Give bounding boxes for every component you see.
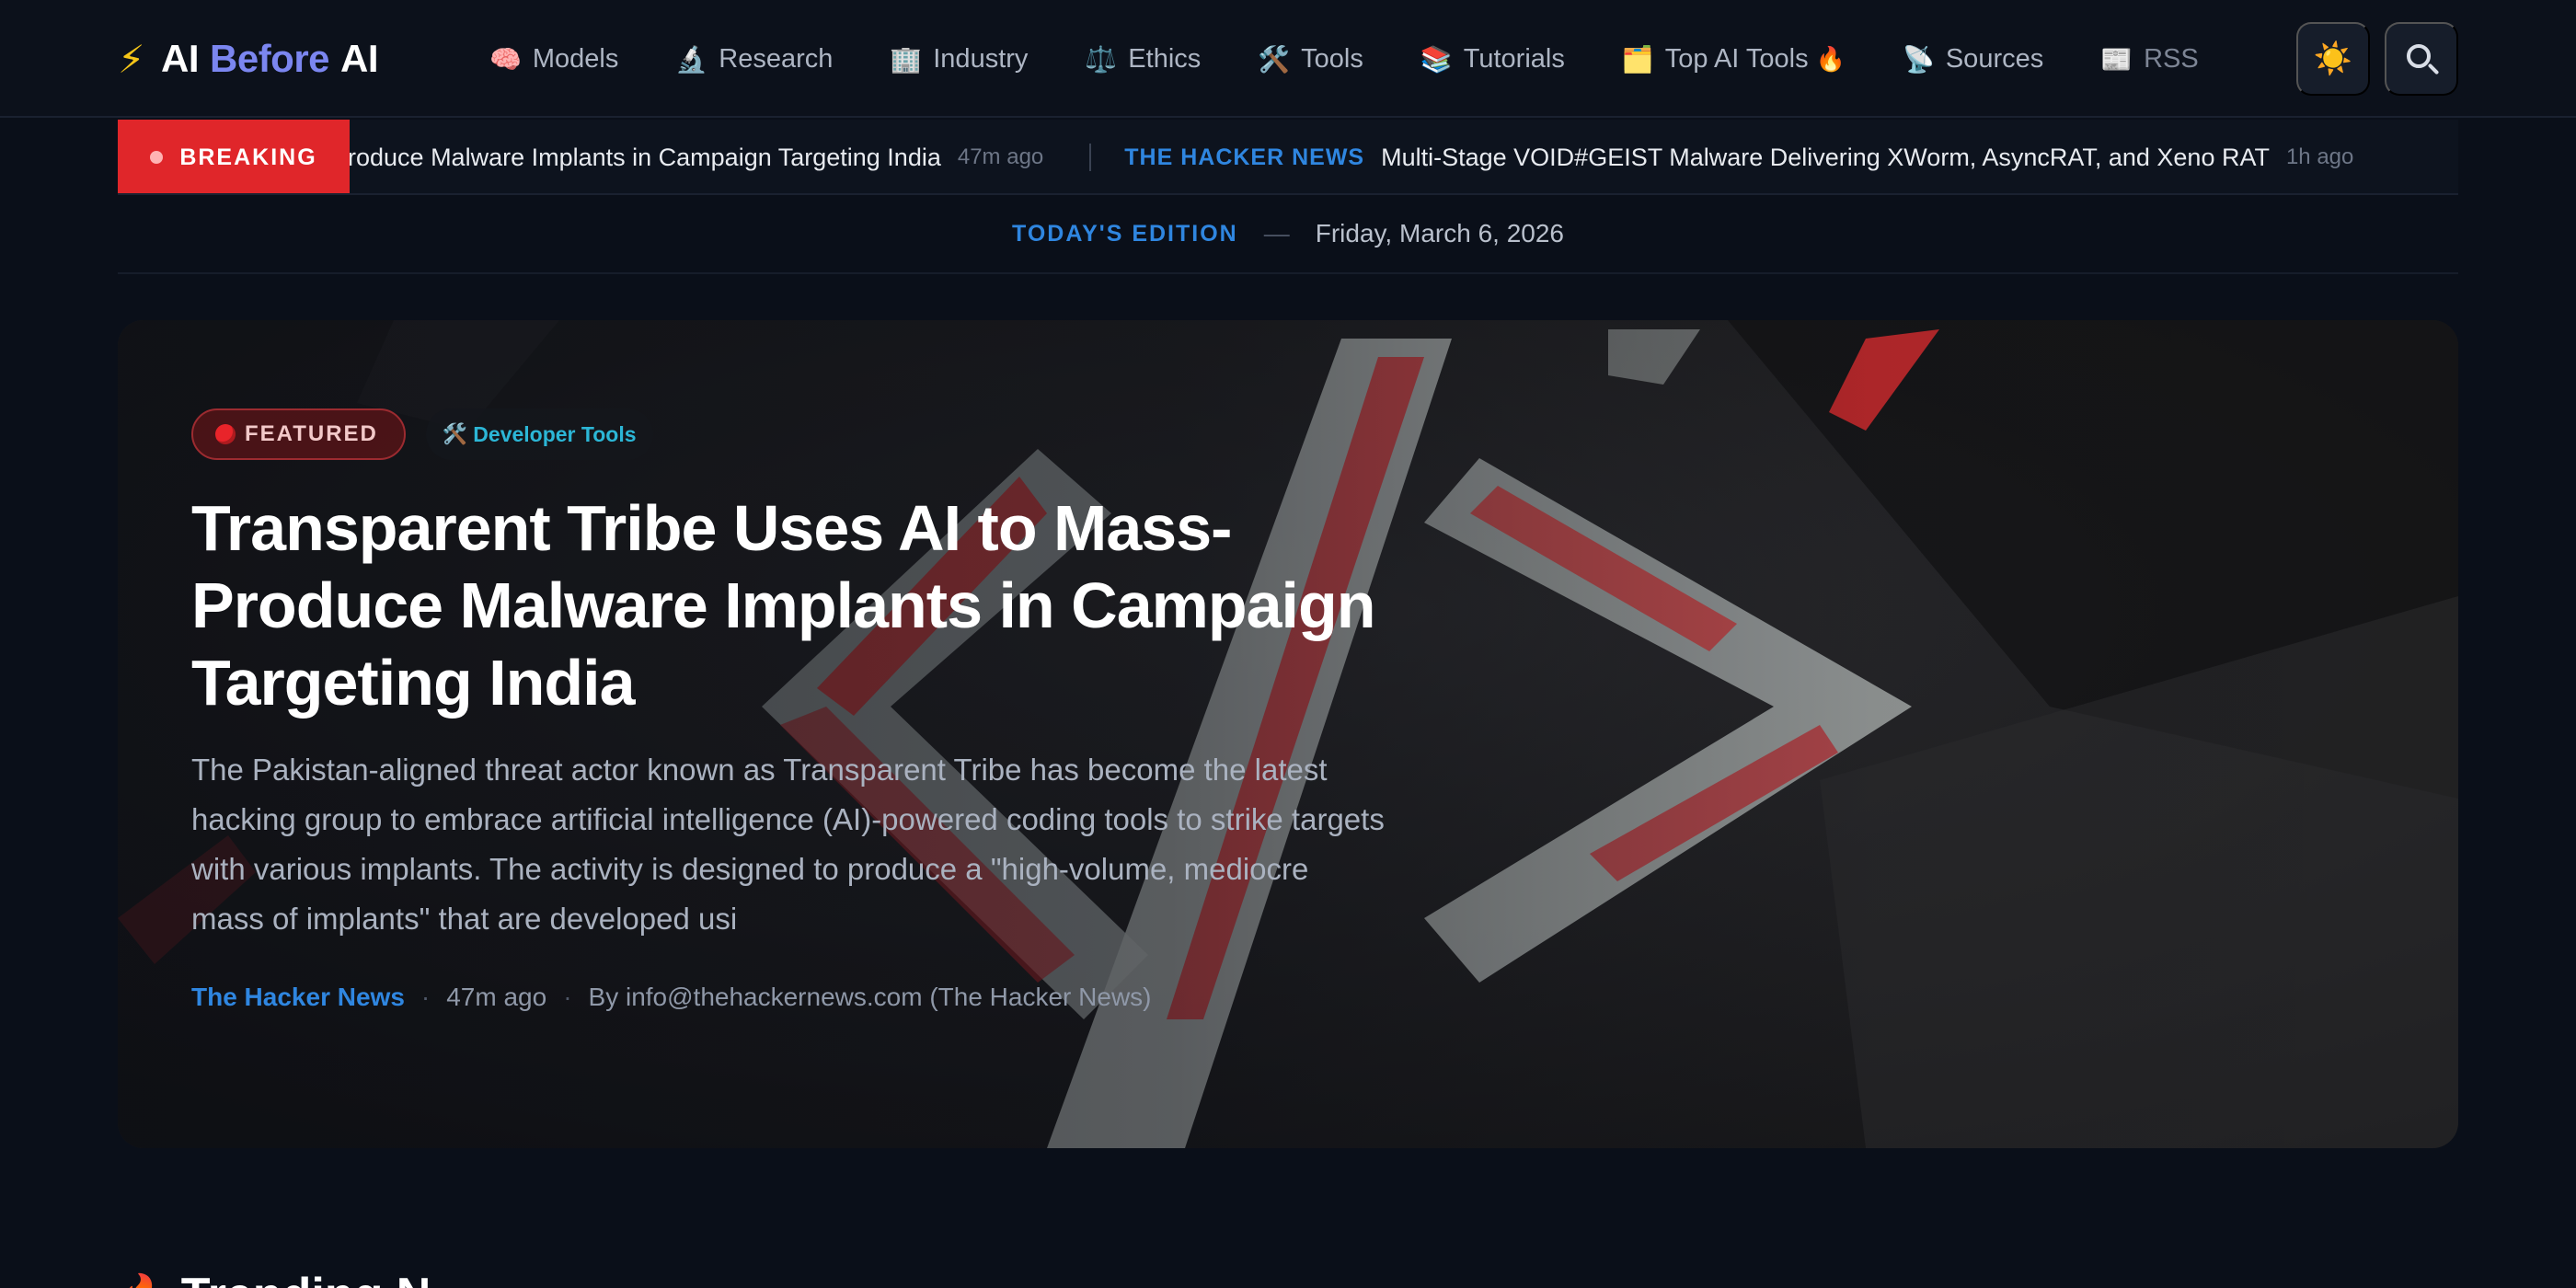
logo-text-ai-2: AI xyxy=(340,37,379,80)
category-tag-label: Developer Tools xyxy=(473,421,637,446)
main-nav: 🧠 Models 🔬 Research 🏢 Industry ⚖️ Ethics… xyxy=(489,37,2199,81)
featured-article-title[interactable]: Transparent Tribe Uses AI to Mass-Produc… xyxy=(191,489,1461,721)
nav-item-models[interactable]: 🧠 Models xyxy=(489,44,618,75)
breaking-label: BREAKING xyxy=(179,144,317,170)
ticker-item-time: 47m ago xyxy=(957,144,1044,169)
site-logo[interactable]: ⚡ AI Before AI xyxy=(118,33,379,85)
ticker-divider xyxy=(1089,144,1092,171)
nav-item-sources[interactable]: 📡 Sources xyxy=(1903,44,2043,75)
ticker-item-source: THE HACKER NEWS xyxy=(1124,144,1365,170)
article-author: By info@thehackernews.com (The Hacker Ne… xyxy=(588,983,1152,1011)
article-badges: FEATURED 🛠️ Developer Tools xyxy=(191,408,1571,460)
tools-icon: 🛠️ xyxy=(442,422,468,445)
featured-badge: FEATURED xyxy=(191,408,406,460)
top-navbar: ⚡ AI Before AI 🧠 Models 🔬 Research 🏢 Ind… xyxy=(0,0,2576,118)
ticker-item-title[interactable]: Produce Malware Implants in Campaign Tar… xyxy=(350,144,941,172)
breaking-news-bar: BREAKING Produce Malware Implants in Cam… xyxy=(118,120,2458,195)
featured-badge-label: FEATURED xyxy=(245,421,378,446)
bolt-icon: ⚡ xyxy=(118,37,145,81)
sun-icon: ☀️ xyxy=(2313,41,2353,76)
red-circle-icon xyxy=(215,424,236,444)
trending-section-heading: 🔥 Trending N xyxy=(118,1268,431,1288)
nav-item-research[interactable]: 🔬 Research xyxy=(675,44,833,75)
nav-item-rss[interactable]: 📰 RSS xyxy=(2100,44,2199,75)
nav-item-label: Top AI Tools xyxy=(1664,43,1809,74)
logo-text-ai: AI xyxy=(161,37,200,80)
theme-toggle-button[interactable]: ☀️ xyxy=(2296,22,2370,96)
newspaper-icon: 📰 xyxy=(2100,44,2133,74)
edition-label: TODAY'S EDITION xyxy=(1012,220,1238,247)
nav-item-label: Models xyxy=(532,43,619,74)
nav-item-ethics[interactable]: ⚖️ Ethics xyxy=(1085,44,1201,75)
fire-icon: 🔥 xyxy=(118,1271,168,1288)
logo-text-before: Before xyxy=(210,37,330,80)
nav-item-label: Sources xyxy=(1945,43,2044,74)
nav-item-label: Ethics xyxy=(1128,43,1202,74)
satellite-dish-icon: 📡 xyxy=(1902,44,1935,74)
live-dot-icon xyxy=(150,151,164,164)
nav-item-tutorials[interactable]: 📚 Tutorials xyxy=(1420,44,1565,75)
featured-article-card[interactable]: FEATURED 🛠️ Developer Tools Transparent … xyxy=(118,320,2458,1148)
article-meta: The Hacker News · 47m ago · By info@theh… xyxy=(191,983,1571,1012)
edition-separator: — xyxy=(1263,219,1290,247)
ticker-item-title[interactable]: Multi-Stage VOID#GEIST Malware Deliverin… xyxy=(1381,144,2270,172)
search-icon xyxy=(2407,44,2431,68)
scales-icon: ⚖️ xyxy=(1085,44,1118,74)
nav-item-tools[interactable]: 🛠️ Tools xyxy=(1258,44,1363,75)
nav-item-industry[interactable]: 🏢 Industry xyxy=(890,44,1028,75)
nav-item-top-ai-tools[interactable]: 🗂️ Top AI Tools 🔥 xyxy=(1622,44,1846,75)
edition-date: Friday, March 6, 2026 xyxy=(1315,219,1564,247)
edition-line: TODAY'S EDITION — Friday, March 6, 2026 xyxy=(118,195,2458,274)
search-button[interactable] xyxy=(2385,22,2458,96)
nav-item-label: Industry xyxy=(933,43,1029,74)
breaking-badge: BREAKING xyxy=(118,120,350,193)
folder-icon: 🗂️ xyxy=(1621,44,1654,74)
brain-icon: 🧠 xyxy=(489,44,522,74)
nav-item-label: Tutorials xyxy=(1463,43,1565,74)
nav-item-label: Research xyxy=(719,43,834,74)
nav-item-label: Tools xyxy=(1301,43,1363,74)
meta-separator: · xyxy=(563,983,572,1011)
tools-icon: 🛠️ xyxy=(1258,44,1291,74)
category-tag[interactable]: 🛠️ Developer Tools xyxy=(425,408,653,460)
ticker-item-time: 1h ago xyxy=(2285,144,2354,169)
trending-title: Trending N xyxy=(181,1268,431,1288)
books-icon: 📚 xyxy=(1420,44,1453,74)
microscope-icon: 🔬 xyxy=(675,44,708,74)
article-time: 47m ago xyxy=(446,983,547,1011)
office-building-icon: 🏢 xyxy=(890,44,923,74)
meta-separator: · xyxy=(420,983,431,1011)
article-source-link[interactable]: The Hacker News xyxy=(191,983,405,1012)
featured-article-content: FEATURED 🛠️ Developer Tools Transparent … xyxy=(191,408,1571,1012)
news-ticker: Produce Malware Implants in Campaign Tar… xyxy=(350,120,2458,193)
fire-icon: 🔥 xyxy=(1815,44,1846,73)
featured-article-excerpt: The Pakistan-aligned threat actor known … xyxy=(191,753,1385,936)
nav-item-label: RSS xyxy=(2144,43,2199,74)
